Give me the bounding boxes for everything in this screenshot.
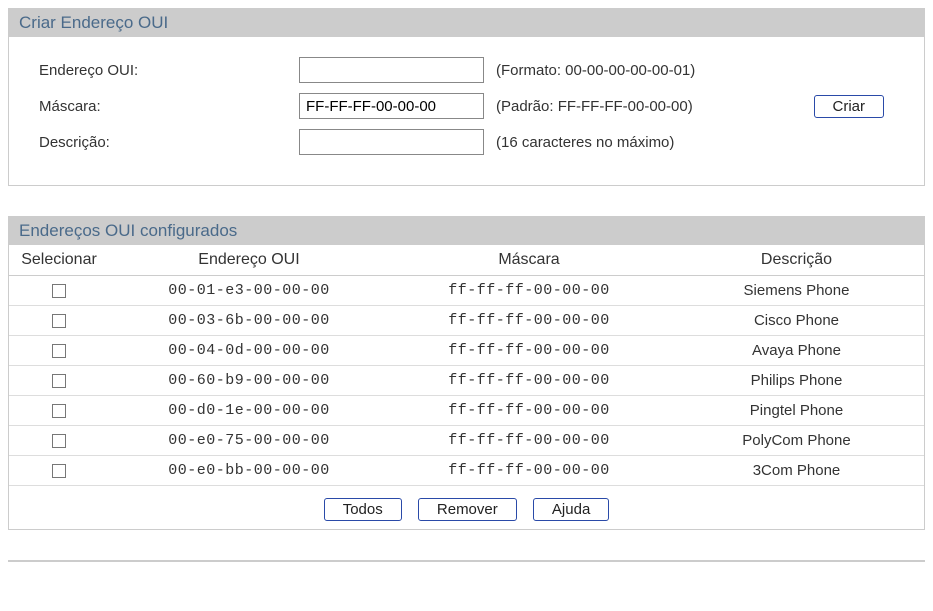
cell-address: 00-e0-bb-00-00-00: [109, 456, 389, 486]
create-panel-title: Criar Endereço OUI: [9, 9, 924, 37]
cell-address: 00-e0-75-00-00-00: [109, 426, 389, 456]
table-header-row: Selecionar Endereço OUI Máscara Descriçã…: [9, 245, 924, 276]
row-checkbox[interactable]: [52, 344, 66, 358]
cell-description: Pingtel Phone: [669, 396, 924, 426]
col-address: Endereço OUI: [109, 245, 389, 276]
cell-mask: ff-ff-ff-00-00-00: [389, 306, 669, 336]
row-checkbox[interactable]: [52, 374, 66, 388]
cell-description: PolyCom Phone: [669, 426, 924, 456]
row-mask: Máscara: (Padrão: FF-FF-FF-00-00-00) Cri…: [39, 93, 894, 119]
create-form: Endereço OUI: (Formato: 00-00-00-00-00-0…: [9, 37, 924, 185]
col-mask: Máscara: [389, 245, 669, 276]
table-row: 00-04-0d-00-00-00ff-ff-ff-00-00-00Avaya …: [9, 336, 924, 366]
table-row: 00-03-6b-00-00-00ff-ff-ff-00-00-00Cisco …: [9, 306, 924, 336]
cell-description: 3Com Phone: [669, 456, 924, 486]
row-checkbox[interactable]: [52, 314, 66, 328]
cell-mask: ff-ff-ff-00-00-00: [389, 336, 669, 366]
cell-description: Siemens Phone: [669, 276, 924, 306]
create-oui-panel: Criar Endereço OUI Endereço OUI: (Format…: [8, 8, 925, 186]
cell-address: 00-03-6b-00-00-00: [109, 306, 389, 336]
row-address: Endereço OUI: (Formato: 00-00-00-00-00-0…: [39, 57, 894, 83]
select-all-button[interactable]: Todos: [324, 498, 402, 521]
hint-description: (16 caracteres no máximo): [496, 134, 674, 151]
col-description: Descrição: [669, 245, 924, 276]
label-address: Endereço OUI:: [39, 62, 299, 79]
row-checkbox[interactable]: [52, 434, 66, 448]
cell-mask: ff-ff-ff-00-00-00: [389, 396, 669, 426]
row-description: Descrição: (16 caracteres no máximo): [39, 129, 894, 155]
cell-description: Philips Phone: [669, 366, 924, 396]
hint-mask: (Padrão: FF-FF-FF-00-00-00): [496, 98, 693, 115]
help-button[interactable]: Ajuda: [533, 498, 609, 521]
cell-mask: ff-ff-ff-00-00-00: [389, 366, 669, 396]
cell-mask: ff-ff-ff-00-00-00: [389, 426, 669, 456]
cell-address: 00-01-e3-00-00-00: [109, 276, 389, 306]
footer-divider: [8, 560, 925, 562]
table-row: 00-d0-1e-00-00-00ff-ff-ff-00-00-00Pingte…: [9, 396, 924, 426]
row-checkbox[interactable]: [52, 404, 66, 418]
input-mask[interactable]: [299, 93, 484, 119]
cell-address: 00-04-0d-00-00-00: [109, 336, 389, 366]
hint-address: (Formato: 00-00-00-00-00-01): [496, 62, 695, 79]
row-checkbox[interactable]: [52, 284, 66, 298]
cell-mask: ff-ff-ff-00-00-00: [389, 456, 669, 486]
cell-address: 00-60-b9-00-00-00: [109, 366, 389, 396]
table-row: 00-e0-75-00-00-00ff-ff-ff-00-00-00PolyCo…: [9, 426, 924, 456]
label-description: Descrição:: [39, 134, 299, 151]
cell-description: Cisco Phone: [669, 306, 924, 336]
cell-address: 00-d0-1e-00-00-00: [109, 396, 389, 426]
input-address[interactable]: [299, 57, 484, 83]
list-panel-title: Endereços OUI configurados: [9, 217, 924, 245]
table-row: 00-60-b9-00-00-00ff-ff-ff-00-00-00Philip…: [9, 366, 924, 396]
col-select: Selecionar: [9, 245, 109, 276]
cell-mask: ff-ff-ff-00-00-00: [389, 276, 669, 306]
configured-oui-panel: Endereços OUI configurados Selecionar En…: [8, 216, 925, 530]
oui-table: Selecionar Endereço OUI Máscara Descriçã…: [9, 245, 924, 486]
table-row: 00-e0-bb-00-00-00ff-ff-ff-00-00-003Com P…: [9, 456, 924, 486]
remove-button[interactable]: Remover: [418, 498, 517, 521]
table-button-row: Todos Remover Ajuda: [9, 486, 924, 529]
create-button[interactable]: Criar: [814, 95, 885, 118]
table-row: 00-01-e3-00-00-00ff-ff-ff-00-00-00Siemen…: [9, 276, 924, 306]
label-mask: Máscara:: [39, 98, 299, 115]
row-checkbox[interactable]: [52, 464, 66, 478]
input-description[interactable]: [299, 129, 484, 155]
cell-description: Avaya Phone: [669, 336, 924, 366]
